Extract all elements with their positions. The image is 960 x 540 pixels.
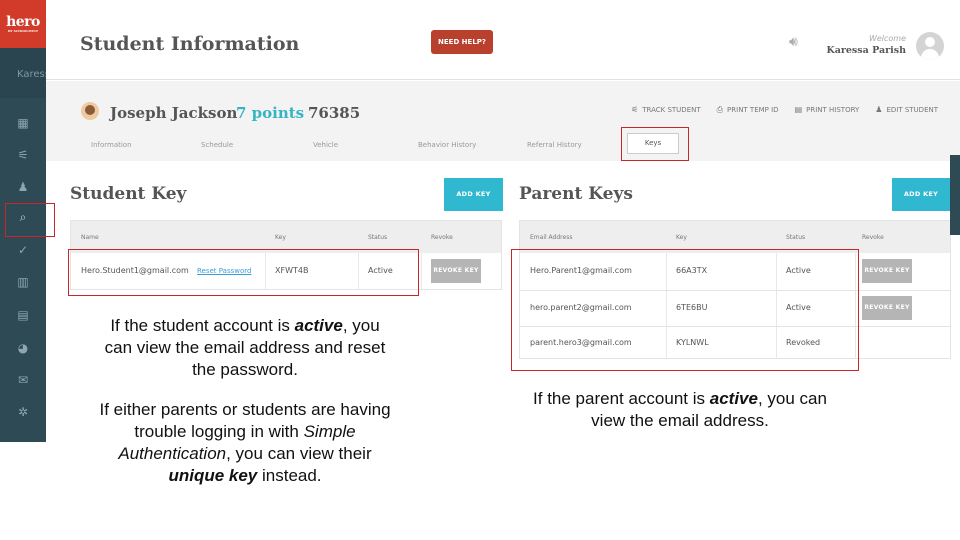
user-icon: ♟ [875,105,883,114]
parent-key-value: KYLNWL [676,338,709,347]
header-name: Name [81,234,99,241]
student-key-title: Student Key [70,184,187,204]
tab-vehicle[interactable]: Vehicle [313,141,338,149]
print-history-label: PRINT HISTORY [806,106,860,114]
user-avatar[interactable] [916,32,944,60]
student-points: 7 points [236,104,305,122]
screen: hero BY SCHOOLMINT Karess ▦ ⚟ ♟ ⌕ ✓ ▥ ▤ … [0,0,960,540]
student-avatar [81,102,99,120]
parent-revoke-key-button[interactable]: REVOKE KEY [862,296,912,320]
reset-password-link[interactable]: Reset Password [197,267,251,275]
caption-emphasis: active [294,316,343,335]
caption-emphasis: unique key [168,466,258,485]
row-divider [520,326,950,327]
column-divider [265,253,266,290]
welcome-label: Welcome [868,34,906,43]
page-title: Student Information [80,33,300,55]
student-key-table: Name Key Status Revoke Hero.Student1@gma… [70,220,502,290]
printer-icon: ⎙ [716,105,724,114]
caption-emphasis: active [709,389,758,408]
print-temp-id-link[interactable]: ⎙ PRINT TEMP ID [717,105,779,115]
page-header: Student Information NEED HELP? 🔊︎ Welcom… [46,0,960,80]
welcome-block: Welcome Karessa Parish [826,34,906,56]
student-name: Joseph Jackson [110,104,238,122]
student-status: Active [368,266,393,275]
parent-status: Revoked [786,338,821,347]
parent-keys-table: Email Address Key Status Revoke Hero.Par… [519,220,951,359]
student-email: Hero.Student1@gmail.com [81,266,189,275]
tab-referral-history[interactable]: Referral History [527,141,582,149]
dashboard-icon[interactable]: ▦ [0,113,46,133]
caption-text: instead. [257,466,322,485]
student-add-key-button[interactable]: ADD KEY [444,178,503,211]
student-caption-2: If either parents or students are having… [95,399,395,487]
header-email: Email Address [530,234,573,241]
document-icon: ▤ [794,105,803,114]
student-revoke-key-button[interactable]: REVOKE KEY [431,259,481,283]
edit-student-link[interactable]: ♟ EDIT STUDENT [875,105,938,115]
parent-status: Active [786,266,811,275]
edit-student-label: EDIT STUDENT [886,106,938,114]
row-divider [520,290,950,291]
parent-status: Active [786,303,811,312]
user-name: Karessa Parish [826,45,906,56]
student-key-value: XFWT4B [275,266,309,275]
column-divider [421,253,422,290]
header-revoke: Revoke [862,234,884,241]
caption-text: If the parent account is [533,389,710,408]
column-divider [776,253,777,359]
track-student-link[interactable]: ⚟ TRACK STUDENT [631,105,701,115]
parent-key-value: 66A3TX [676,266,708,275]
print-history-link[interactable]: ▤ PRINT HISTORY [795,105,860,115]
search-icon[interactable]: ⌕ [0,207,46,227]
student-actions: ⚟ TRACK STUDENT ⎙ PRINT TEMP ID ▤ PRINT HIS… [631,105,938,115]
sidebar-user[interactable]: Karess [0,48,46,98]
tab-schedule[interactable]: Schedule [201,141,233,149]
student-id: 76385 [308,104,361,122]
check-icon[interactable]: ✓ [0,240,46,260]
need-help-button[interactable]: NEED HELP? [431,30,493,54]
header-revoke: Revoke [431,234,453,241]
students-icon[interactable]: ♟ [0,177,46,197]
speaker-icon[interactable]: 🔊︎ [789,34,798,50]
app-logo[interactable]: hero BY SCHOOLMINT [0,0,46,48]
header-key: Key [676,234,687,241]
caption-text: , you can view their [226,444,372,463]
column-divider [358,253,359,290]
track-icon[interactable]: ⚟ [0,145,46,165]
column-divider [666,253,667,359]
mail-icon[interactable]: ✉ [0,370,46,390]
parent-revoke-key-button[interactable]: REVOKE KEY [862,259,912,283]
student-caption-1: If the student account is active, you ca… [100,315,390,381]
header-key: Key [275,234,286,241]
caption-text: If the student account is [110,316,295,335]
settings-icon[interactable]: ✲ [0,402,46,422]
parent-add-key-button[interactable]: ADD KEY [892,178,950,211]
header-status: Status [368,234,388,241]
tab-information[interactable]: Information [91,141,132,149]
column-divider [855,253,856,359]
parent-email: Hero.Parent1@gmail.com [530,266,632,275]
print-temp-id-label: PRINT TEMP ID [727,106,779,114]
parent-email: parent.hero3@gmail.com [530,338,632,347]
tab-behavior-history[interactable]: Behavior History [418,141,476,149]
sidebar: hero BY SCHOOLMINT Karess ▦ ⚟ ♟ ⌕ ✓ ▥ ▤ … [0,0,46,442]
parent-key-value: 6TE6BU [676,303,708,312]
logo-text: hero [6,14,40,30]
sidebar-user-name: Karess [17,69,46,80]
parent-keys-title: Parent Keys [519,184,633,204]
reports-icon[interactable]: ◕ [0,338,46,358]
parent-keys-table-header [520,221,950,253]
parent-email: hero.parent2@gmail.com [530,303,632,312]
track-icon: ⚟ [631,105,639,114]
document-icon[interactable]: ▤ [0,305,46,325]
side-panel-tab[interactable] [950,155,960,235]
parent-caption: If the parent account is active, you can… [530,388,830,432]
student-bar: Joseph Jackson 7 points 76385 ⚟ TRACK STU… [46,81,960,161]
tab-keys[interactable]: Keys [627,133,679,154]
header-status: Status [786,234,806,241]
track-student-label: TRACK STUDENT [642,106,701,114]
calendar-icon[interactable]: ▥ [0,272,46,292]
